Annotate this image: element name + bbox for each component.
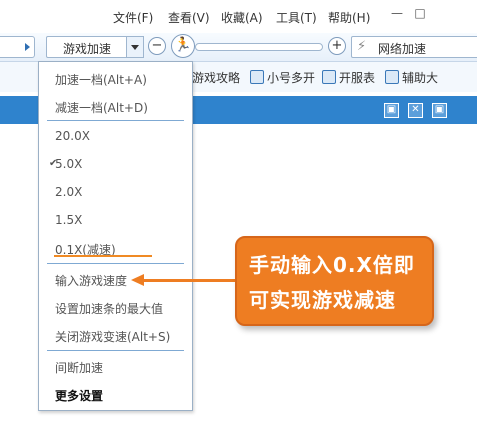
speed-mode-label: 游戏加速	[63, 42, 112, 56]
network-accelerate-label: 网络加速	[378, 42, 427, 56]
menu-item-speed-5x-label: 5.0X	[55, 157, 83, 171]
menu-item-speed-up[interactable]: 加速一档(Alt+A)	[55, 71, 147, 88]
menu-bar: 文件(F) 查看(V) 收藏(A) 工具(T) 帮助(H) — □	[0, 0, 477, 33]
arrow-left-icon	[131, 274, 144, 286]
user-icon	[250, 70, 264, 84]
multi-account-label: 小号多开	[267, 71, 316, 85]
menu-item-more-settings[interactable]: 更多设置	[55, 387, 103, 404]
annotation-arrow	[143, 279, 235, 282]
lightning-icon: ⚡	[357, 39, 367, 54]
menu-tools[interactable]: 工具(T)	[276, 9, 317, 26]
play-icon	[25, 43, 30, 51]
server-list-link[interactable]: 开服表	[322, 69, 375, 86]
speed-increase-button[interactable]: +	[328, 37, 346, 55]
menu-item-set-max-speed[interactable]: 设置加速条的最大值	[55, 300, 163, 317]
helper-link[interactable]: 辅助大	[385, 69, 438, 86]
chevron-down-icon	[131, 45, 139, 50]
speed-dropdown-menu: 加速一档(Alt+A) 减速一档(Alt+D) 20.0X ✔ 5.0X 2.0X…	[38, 61, 193, 411]
annotation-callout: 手动输入0.X倍即 可实现游戏减速	[235, 236, 434, 326]
menu-item-speed-20x[interactable]: 20.0X	[55, 129, 90, 143]
close-icon[interactable]: ✕	[408, 103, 423, 118]
menu-item-input-speed[interactable]: 输入游戏速度	[55, 272, 127, 289]
callout-line-1: 手动输入0.X倍即	[249, 253, 415, 277]
speed-mode-select[interactable]: 游戏加速	[46, 36, 128, 58]
menu-item-speed-1-5x[interactable]: 1.5X	[55, 213, 82, 227]
menu-favorites[interactable]: 收藏(A)	[221, 9, 263, 26]
menu-separator	[47, 263, 184, 264]
fullscreen-icon[interactable]: ▣	[432, 103, 447, 118]
menu-item-disable-speed[interactable]: 关闭游戏变速(Alt+S)	[55, 328, 170, 345]
highlight-underline	[54, 255, 152, 257]
menu-item-speed-down[interactable]: 减速一档(Alt+D)	[55, 99, 148, 116]
multi-account-link[interactable]: 小号多开	[250, 69, 315, 86]
runner-icon: 🏃	[171, 34, 195, 58]
helper-label: 辅助大	[402, 71, 439, 85]
calendar-icon	[322, 70, 336, 84]
menu-item-speed-5x[interactable]: ✔ 5.0X	[49, 157, 83, 171]
restore-icon[interactable]: ▣	[384, 103, 399, 118]
checkmark-icon: ✔	[49, 158, 58, 169]
server-list-label: 开服表	[339, 71, 376, 85]
network-accelerate-button[interactable]: ⚡ 网络加速	[351, 36, 477, 58]
menu-file[interactable]: 文件(F)	[113, 9, 153, 26]
menu-item-speed-2x[interactable]: 2.0X	[55, 185, 82, 199]
callout-line-2: 可实现游戏减速	[249, 288, 396, 312]
menu-help[interactable]: 帮助(H)	[328, 9, 370, 26]
menu-item-intermittent[interactable]: 间断加速	[55, 359, 103, 376]
game-guide-link[interactable]: 游戏攻略	[192, 69, 240, 86]
game-guide-label: 游戏攻略	[192, 71, 241, 85]
back-button[interactable]	[0, 36, 35, 58]
maximize-icon[interactable]: □	[414, 7, 426, 19]
menu-separator	[47, 120, 184, 121]
speed-slider[interactable]	[195, 43, 323, 51]
speed-toolbar: 游戏加速 − 🏃 + ⚡ 网络加速	[0, 33, 477, 62]
speed-mode-dropdown-button[interactable]	[126, 36, 144, 58]
menu-separator	[47, 350, 184, 351]
speed-decrease-button[interactable]: −	[148, 37, 166, 55]
menu-view[interactable]: 查看(V)	[168, 9, 210, 26]
minimize-icon[interactable]: —	[391, 7, 403, 19]
grid-icon	[385, 70, 399, 84]
